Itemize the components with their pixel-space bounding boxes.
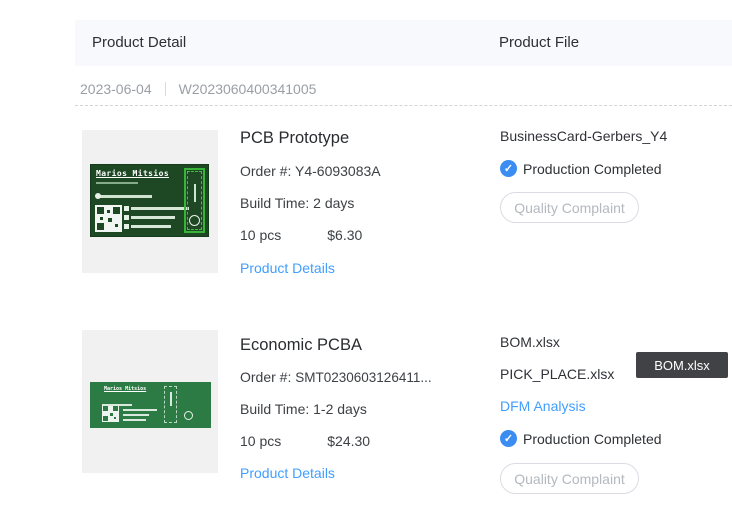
card-email-bar (95, 193, 152, 199)
quality-complaint-button[interactable]: Quality Complaint (500, 463, 639, 494)
status-label: Production Completed (523, 430, 662, 447)
card-text-bar (123, 409, 157, 411)
product-thumbnail-economic-pcba[interactable]: Marios Mitsios (82, 330, 218, 473)
card-subtitle-bar (96, 182, 138, 184)
product-order-number: Order #: SMT0230603126411... (240, 369, 432, 385)
product-details-link[interactable]: Product Details (240, 260, 335, 276)
order-label: Order #: (240, 369, 296, 385)
product-thumbnail-pcb-prototype[interactable]: Marios Mitsios (82, 130, 218, 273)
file-tooltip: BOM.xlsx (636, 352, 728, 378)
meta-divider (164, 82, 166, 96)
card-text-bar (123, 419, 146, 421)
product-build-time: Build Time: 1-2 days (240, 401, 367, 417)
check-circle-icon: ✓ (500, 160, 517, 177)
product-file-name[interactable]: BusinessCard-Gerbers_Y4 (500, 128, 667, 144)
product-build-time: Build Time: 2 days (240, 195, 355, 211)
card-side-panel (184, 168, 205, 233)
order-page: Product Detail Product File 2023-06-04 W… (0, 0, 732, 532)
card-vertical-text-bar (170, 392, 172, 406)
card-text-bar (123, 414, 149, 416)
product-file-name-bom[interactable]: BOM.xlsx (500, 334, 560, 350)
card-vertical-text-bar (194, 184, 196, 202)
order-value: SMT0230603126411... (295, 370, 432, 385)
product-title: Economic PCBA (240, 336, 362, 354)
production-status: ✓ Production Completed (500, 430, 662, 447)
dfm-analysis-link[interactable]: DFM Analysis (500, 398, 586, 414)
product-quantity: 10 pcs (240, 433, 282, 449)
card-stamp-icon (189, 215, 200, 226)
product-qty-price: 10 pcs $24.30 (240, 433, 370, 449)
column-header-product-detail: Product Detail (92, 34, 187, 51)
card-text-bar (124, 224, 171, 229)
card-text-bar (102, 404, 132, 406)
production-status: ✓ Production Completed (500, 160, 662, 177)
quality-complaint-button[interactable]: Quality Complaint (500, 192, 639, 223)
card-text-bar (124, 215, 175, 220)
card-text-bar (124, 206, 189, 211)
order-label: Order #: (240, 163, 295, 179)
order-number: W2023060400341005 (178, 81, 317, 97)
order-value: Y4-6093083A (295, 163, 381, 179)
pcba-board-preview: Marios Mitsios (90, 382, 211, 428)
product-file-name-pick-place[interactable]: PICK_PLACE.xlsx (500, 366, 614, 382)
product-order-number: Order #: Y4-6093083A (240, 163, 381, 179)
product-details-link[interactable]: Product Details (240, 465, 335, 481)
product-qty-price: 10 pcs $6.30 (240, 227, 362, 243)
pcb-business-card-preview: Marios Mitsios (90, 164, 209, 237)
row-divider (75, 105, 732, 106)
check-circle-icon: ✓ (500, 430, 517, 447)
card-owner-name: Marios Mitsios (96, 169, 170, 178)
card-owner-name: Marios Mitsios (104, 386, 147, 392)
table-header-bar: Product Detail Product File (75, 20, 732, 66)
order-date: 2023-06-04 (80, 81, 152, 97)
product-price: $6.30 (327, 227, 363, 243)
card-stamp-icon (184, 411, 193, 420)
product-title: PCB Prototype (240, 129, 350, 147)
qr-code-icon (95, 205, 122, 232)
column-header-product-file: Product File (499, 34, 580, 51)
status-label: Production Completed (523, 160, 662, 177)
product-price: $24.30 (327, 433, 371, 449)
qr-code-icon (102, 405, 119, 422)
order-meta-row: 2023-06-04 W2023060400341005 (80, 79, 316, 99)
product-quantity: 10 pcs (240, 227, 282, 243)
